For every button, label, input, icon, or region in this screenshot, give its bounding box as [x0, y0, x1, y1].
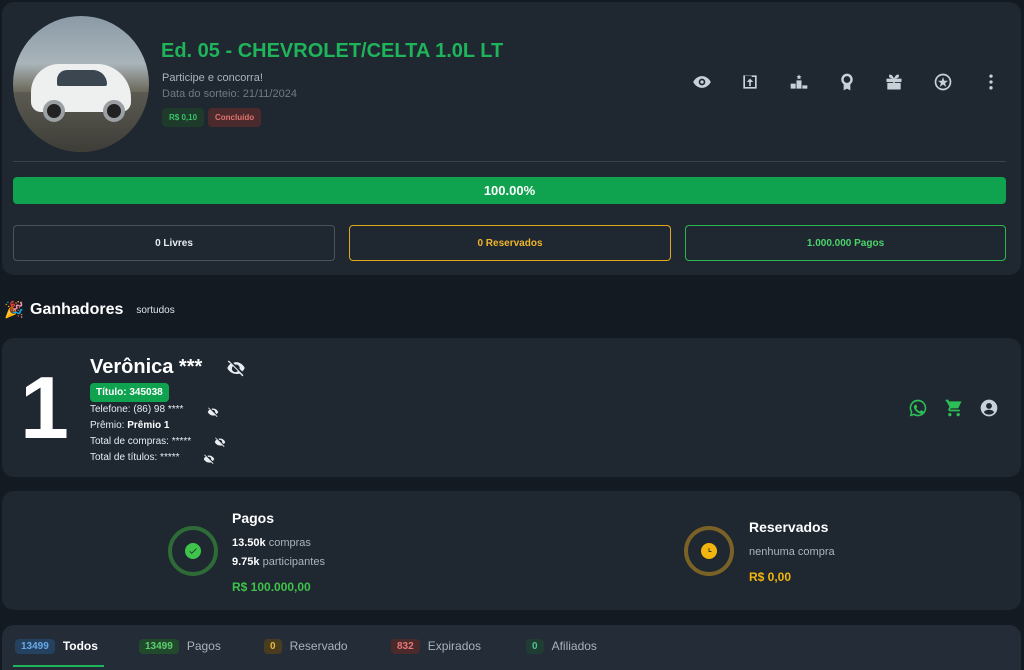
draw-date: Data do sorteio: 21/11/2024: [162, 88, 297, 100]
tab-count: 0: [526, 638, 544, 654]
tab-label: Afiliados: [551, 639, 597, 653]
tab-label: Pagos: [186, 639, 221, 653]
eye-off-icon[interactable]: [226, 358, 246, 378]
pagos-participantes: 9.75k participantes: [232, 556, 325, 568]
tab-reservado[interactable]: 0 Reservado: [264, 637, 348, 655]
winner-total-tickets: Total de títulos: *****: [90, 452, 180, 463]
winner-prize: Prêmio: Prêmio 1: [90, 420, 170, 431]
winner-name: Verônica ***: [90, 356, 203, 378]
raffle-subtitle: Participe e concorra!: [162, 72, 263, 84]
gift-icon[interactable]: [884, 72, 904, 92]
pagos-amount: R$ 100.000,00: [232, 580, 311, 594]
share-icon[interactable]: [740, 72, 760, 92]
summary-card: [2, 491, 1021, 610]
check-icon: [185, 543, 201, 559]
tab-afiliados[interactable]: 0 Afiliados: [526, 637, 597, 655]
clock-icon: [701, 543, 717, 559]
pagos-button[interactable]: 1.000.000 Pagos: [685, 225, 1006, 261]
award-icon[interactable]: [837, 72, 857, 92]
podium-icon[interactable]: [789, 72, 809, 92]
eye-off-icon[interactable]: [203, 452, 215, 464]
tab-count: 13499: [15, 638, 55, 654]
cart-icon[interactable]: [944, 398, 964, 418]
tab-expirados[interactable]: 832 Expirados: [391, 637, 481, 655]
wheel-icon[interactable]: [933, 72, 953, 92]
eye-off-icon[interactable]: [214, 435, 226, 447]
winner-ticket-badge: Título: 345038: [90, 383, 169, 402]
tab-todos[interactable]: 13499 Todos: [15, 637, 98, 655]
winners-subtitle: sortudos: [136, 305, 175, 316]
more-vert-icon[interactable]: [981, 72, 1001, 92]
winners-title: Ganhadores: [30, 301, 124, 318]
tab-label: Expirados: [427, 639, 482, 653]
pagos-title: Pagos: [232, 510, 275, 526]
divider: [13, 161, 1006, 162]
price-badge: R$ 0,10: [162, 108, 205, 127]
pagos-compras: 13.50k compras: [232, 537, 311, 549]
winner-phone: Telefone: (86) 98 ****: [90, 404, 184, 415]
raffle-title: Ed. 05 - CHEVROLET/CELTA 1.0L LT: [161, 40, 504, 62]
tab-pagos[interactable]: 13499 Pagos: [139, 637, 221, 655]
winner-total-purchases: Total de compras: *****: [90, 436, 192, 447]
party-popper-icon: 🎉: [4, 302, 24, 319]
progress-bar: 100.00%: [13, 177, 1006, 204]
status-badge: Concluído: [208, 108, 262, 127]
eye-icon[interactable]: [692, 72, 712, 92]
livres-button[interactable]: 0 Livres: [13, 225, 335, 261]
tab-label: Todos: [62, 639, 98, 653]
reservados-button[interactable]: 0 Reservados: [349, 225, 671, 261]
user-icon[interactable]: [979, 398, 999, 418]
reservados-status: nenhuma compra: [749, 546, 835, 558]
whatsapp-icon[interactable]: [908, 398, 928, 418]
pagos-status-ring: [168, 526, 218, 576]
tab-label: Reservado: [289, 639, 348, 653]
active-tab-indicator: [13, 665, 104, 667]
reservados-amount: R$ 0,00: [749, 570, 792, 584]
reservados-title: Reservados: [749, 519, 829, 535]
tab-count: 0: [264, 638, 282, 654]
winner-place: 1: [20, 358, 69, 457]
eye-off-icon[interactable]: [207, 405, 219, 417]
progress-label: 100.00%: [483, 183, 536, 198]
reservados-status-ring: [684, 526, 734, 576]
raffle-image: [13, 16, 149, 152]
winners-header: 🎉 Ganhadores sortudos: [4, 300, 175, 320]
tab-count: 13499: [139, 638, 179, 654]
tab-count: 832: [391, 638, 420, 654]
